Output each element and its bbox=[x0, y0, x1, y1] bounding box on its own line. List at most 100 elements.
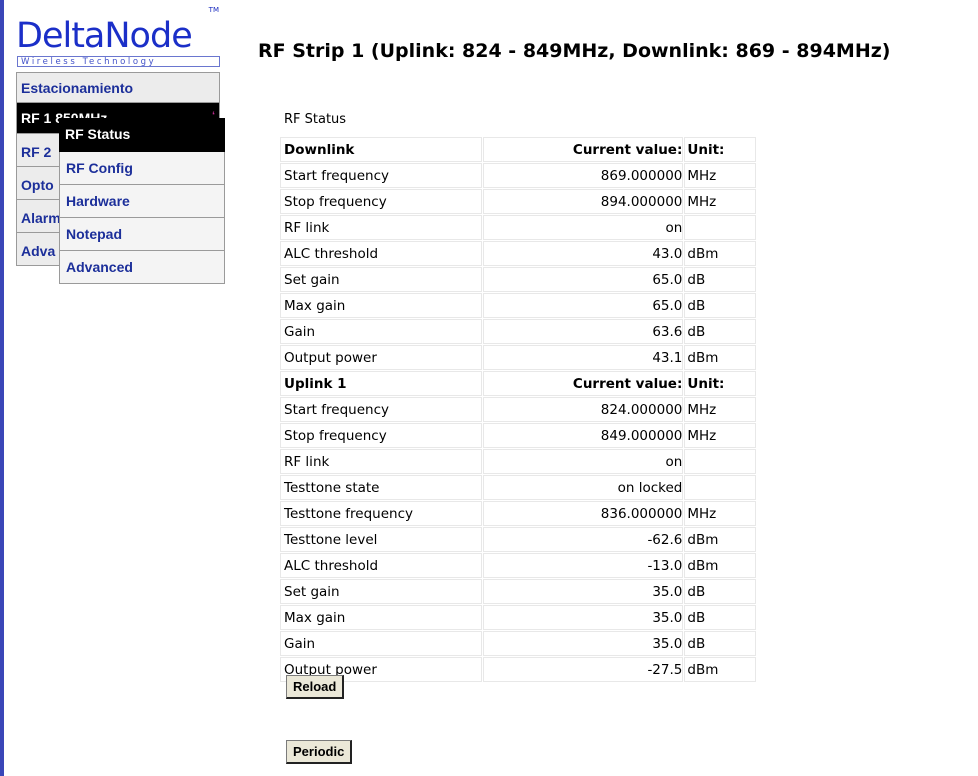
table-row: Testtone frequency 836.000000 MHz bbox=[280, 501, 756, 526]
submenu-advanced[interactable]: Advanced bbox=[59, 251, 225, 284]
row-name: Output power bbox=[280, 345, 482, 370]
table-row: Max gain 35.0 dB bbox=[280, 605, 756, 630]
deltanode-logo: TM DeltaNode Wireless Technology bbox=[16, 6, 221, 68]
row-unit: dBm bbox=[684, 241, 756, 266]
submenu-label: RF Status bbox=[65, 126, 131, 142]
table-row: Output power -27.5 dBm bbox=[280, 657, 756, 682]
row-name: ALC threshold bbox=[280, 553, 482, 578]
row-name: Start frequency bbox=[280, 163, 482, 188]
row-unit: dB bbox=[684, 267, 756, 292]
row-unit: Unit: bbox=[684, 137, 756, 162]
submenu-label: RF Config bbox=[66, 160, 133, 176]
row-unit bbox=[684, 449, 756, 474]
submenu-notepad[interactable]: Notepad bbox=[59, 218, 225, 251]
row-value: on bbox=[482, 449, 684, 474]
row-value: 836.000000 bbox=[482, 501, 684, 526]
page-title: RF Strip 1 (Uplink: 824 - 849MHz, Downli… bbox=[258, 40, 891, 62]
periodic-button[interactable]: Periodic bbox=[286, 740, 353, 764]
row-name: RF link bbox=[280, 215, 482, 240]
row-unit: dB bbox=[684, 605, 756, 630]
left-border-bar bbox=[0, 0, 4, 776]
table-row: Set gain 65.0 dB bbox=[280, 267, 756, 292]
row-unit: dB bbox=[684, 631, 756, 656]
row-unit: MHz bbox=[684, 189, 756, 214]
row-value: -27.5 bbox=[482, 657, 684, 682]
row-name: Set gain bbox=[280, 267, 482, 292]
submenu-hardware[interactable]: Hardware bbox=[59, 185, 225, 218]
row-value: 35.0 bbox=[482, 631, 684, 656]
submenu-rf-status[interactable]: RF Status bbox=[59, 118, 225, 152]
row-name: Set gain bbox=[280, 579, 482, 604]
row-name: Max gain bbox=[280, 293, 482, 318]
table-row: Max gain 65.0 dB bbox=[280, 293, 756, 318]
row-unit: MHz bbox=[684, 423, 756, 448]
row-name: Testtone level bbox=[280, 527, 482, 552]
row-value: 35.0 bbox=[482, 605, 684, 630]
table-caption: RF Status bbox=[284, 112, 347, 127]
row-value: on bbox=[482, 215, 684, 240]
row-value: 43.0 bbox=[482, 241, 684, 266]
table-row: Start frequency 824.000000 MHz bbox=[280, 397, 756, 422]
menu-item-label: Opto bbox=[21, 177, 54, 193]
rf-status-table: Downlink Current value: Unit: Start frequen… bbox=[279, 136, 757, 683]
row-value: 63.6 bbox=[482, 319, 684, 344]
menu-item-estacionamiento[interactable]: Estacionamiento bbox=[16, 72, 220, 103]
table-row: ALC threshold -13.0 dBm bbox=[280, 553, 756, 578]
table-row: ALC threshold 43.0 dBm bbox=[280, 241, 756, 266]
logo-tagline: Wireless Technology bbox=[17, 56, 220, 67]
row-value: 849.000000 bbox=[482, 423, 684, 448]
table-header-row: Uplink 1 Current value: Unit: bbox=[280, 371, 756, 396]
submenu-label: Advanced bbox=[66, 259, 133, 275]
row-unit: MHz bbox=[684, 163, 756, 188]
menu-item-label: Adva bbox=[21, 243, 56, 259]
row-unit: dB bbox=[684, 319, 756, 344]
row-unit: MHz bbox=[684, 501, 756, 526]
table-row: Start frequency 869.000000 MHz bbox=[280, 163, 756, 188]
table-row: Set gain 35.0 dB bbox=[280, 579, 756, 604]
menu-item-label: Estacionamiento bbox=[21, 80, 134, 96]
row-name: Testtone state bbox=[280, 475, 482, 500]
row-value: -62.6 bbox=[482, 527, 684, 552]
row-value: 43.1 bbox=[482, 345, 684, 370]
row-name: ALC threshold bbox=[280, 241, 482, 266]
row-value: Current value: bbox=[482, 137, 684, 162]
table-row: Gain 35.0 dB bbox=[280, 631, 756, 656]
table-row: Testtone state on locked bbox=[280, 475, 756, 500]
menu-item-label: RF 2 bbox=[21, 144, 52, 160]
row-unit: Unit: bbox=[684, 371, 756, 396]
row-name: Stop frequency bbox=[280, 189, 482, 214]
row-name: RF link bbox=[280, 449, 482, 474]
row-unit: dBm bbox=[684, 345, 756, 370]
table-row: Testtone level -62.6 dBm bbox=[280, 527, 756, 552]
row-name: Uplink 1 bbox=[280, 371, 482, 396]
row-unit: MHz bbox=[684, 397, 756, 422]
table-row: RF link on bbox=[280, 215, 756, 240]
row-name: Gain bbox=[280, 631, 482, 656]
row-value: 894.000000 bbox=[482, 189, 684, 214]
row-value: 869.000000 bbox=[482, 163, 684, 188]
reload-button[interactable]: Reload bbox=[286, 675, 345, 699]
row-value: 824.000000 bbox=[482, 397, 684, 422]
row-value: Current value: bbox=[482, 371, 684, 396]
submenu-label: Hardware bbox=[66, 193, 130, 209]
row-value: 65.0 bbox=[482, 267, 684, 292]
table-row: Output power 43.1 dBm bbox=[280, 345, 756, 370]
row-value: on locked bbox=[482, 475, 684, 500]
row-name: Gain bbox=[280, 319, 482, 344]
menu-item-label: Alarm bbox=[21, 210, 61, 226]
row-name: Testtone frequency bbox=[280, 501, 482, 526]
row-value: -13.0 bbox=[482, 553, 684, 578]
row-unit: dB bbox=[684, 293, 756, 318]
row-value: 65.0 bbox=[482, 293, 684, 318]
table-row: Gain 63.6 dB bbox=[280, 319, 756, 344]
table-row: Stop frequency 849.000000 MHz bbox=[280, 423, 756, 448]
table-header-row: Downlink Current value: Unit: bbox=[280, 137, 756, 162]
row-name: Stop frequency bbox=[280, 423, 482, 448]
row-unit bbox=[684, 215, 756, 240]
trademark-mark: TM bbox=[208, 6, 219, 14]
row-unit: dB bbox=[684, 579, 756, 604]
table-row: RF link on bbox=[280, 449, 756, 474]
row-unit: dBm bbox=[684, 553, 756, 578]
submenu-rf-config[interactable]: RF Config bbox=[59, 152, 225, 185]
table-row: Stop frequency 894.000000 MHz bbox=[280, 189, 756, 214]
